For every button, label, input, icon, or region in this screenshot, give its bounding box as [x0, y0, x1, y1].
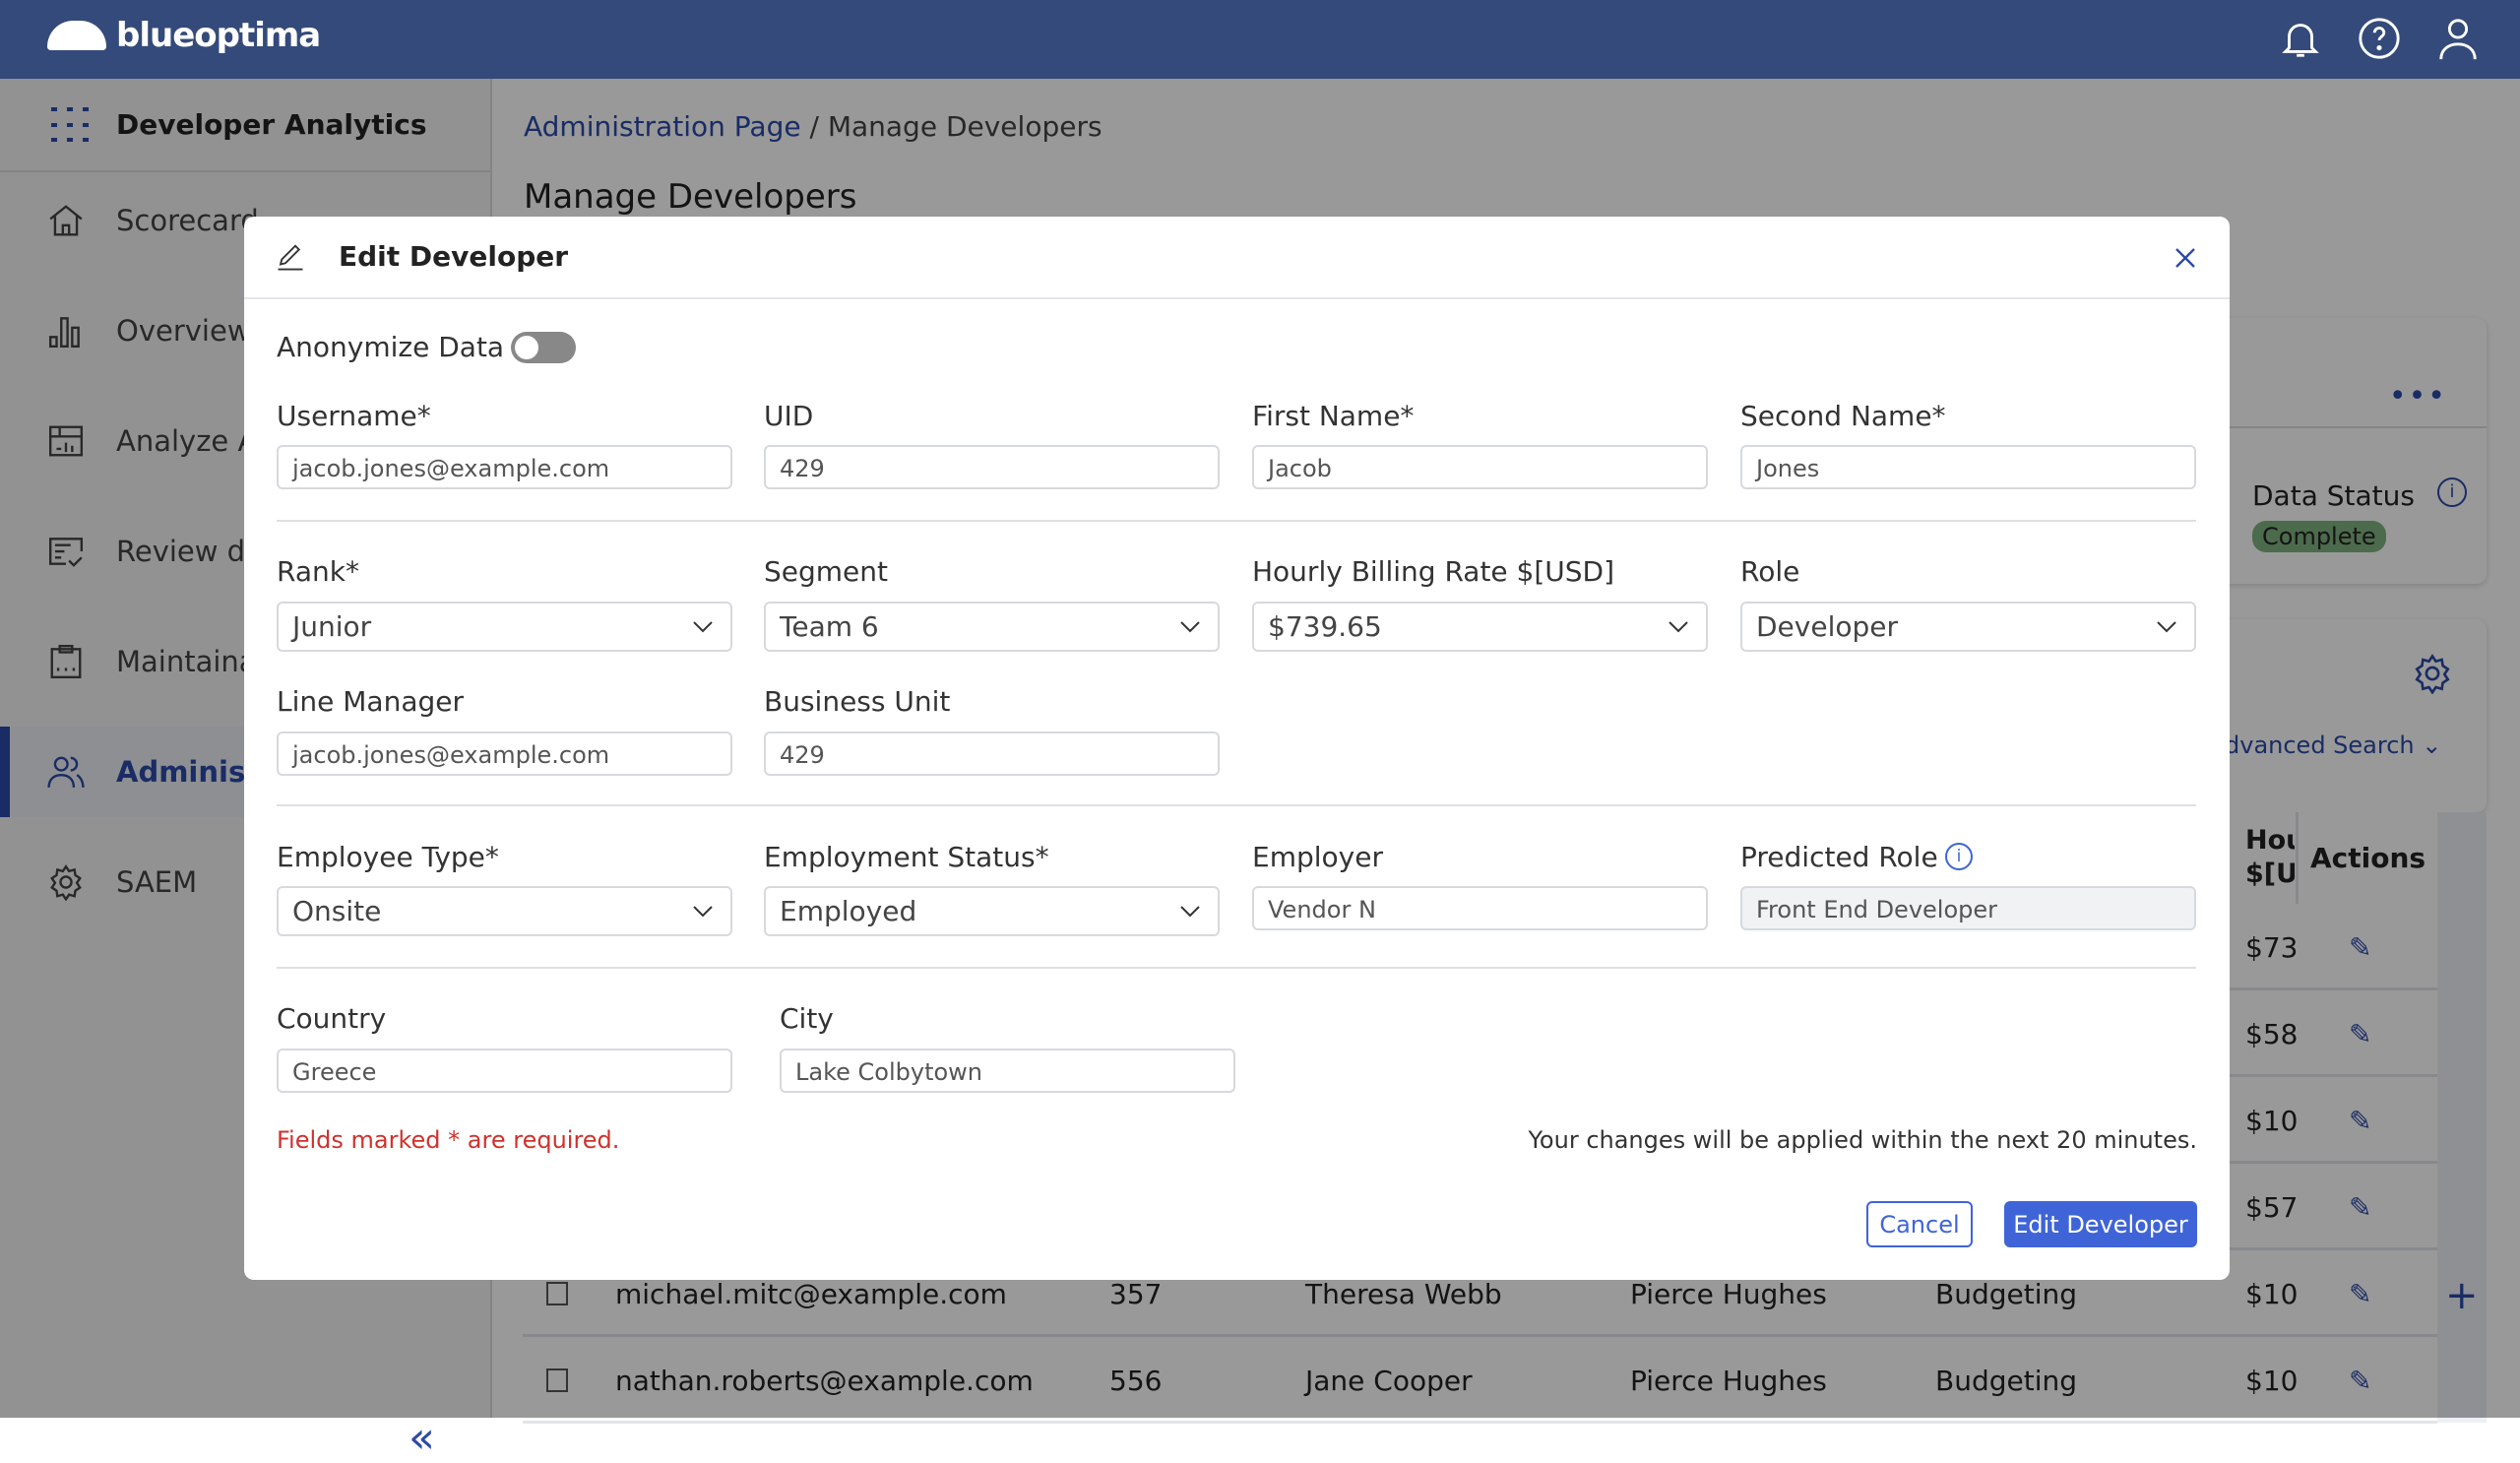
anonymize-toggle[interactable]: [511, 332, 576, 363]
cancel-button[interactable]: Cancel: [1866, 1201, 1973, 1247]
employment-status-select[interactable]: Employed: [764, 886, 1220, 936]
apply-note: Your changes will be applied within the …: [1528, 1126, 2197, 1154]
help-icon[interactable]: [2357, 16, 2402, 61]
edit-developer-button[interactable]: Edit Developer: [2004, 1201, 2197, 1247]
bell-icon[interactable]: [2278, 16, 2323, 61]
required-note: Fields marked * are required.: [277, 1126, 620, 1154]
cloud-logo-icon: [47, 21, 106, 50]
collapse-sidebar-icon[interactable]: «: [409, 1413, 435, 1463]
info-icon[interactable]: i: [1945, 843, 1973, 870]
edit-developer-dialog: Edit Developer Anonymize Data Username* …: [244, 217, 2230, 1280]
dialog-title: Edit Developer: [339, 240, 569, 273]
rank-select[interactable]: Junior: [277, 602, 732, 652]
city-field[interactable]: Lake Colbytown: [780, 1049, 1235, 1093]
anonymize-label: Anonymize Data: [277, 331, 505, 363]
uid-field[interactable]: 429: [764, 445, 1220, 489]
first-name-field[interactable]: Jacob: [1252, 445, 1708, 489]
employee-type-select[interactable]: Onsite: [277, 886, 732, 936]
chevron-down-icon: [693, 621, 713, 633]
predicted-role-field: Front End Developer: [1740, 886, 2196, 930]
username-field[interactable]: jacob.jones@example.com: [277, 445, 732, 489]
second-name-field[interactable]: Jones: [1740, 445, 2196, 489]
hourly-rate-select[interactable]: $739.65: [1252, 602, 1708, 652]
chevron-down-icon: [1669, 621, 1688, 633]
pencil-icon: [278, 244, 303, 271]
chevron-down-icon: [693, 906, 713, 918]
divider: [277, 967, 2196, 969]
role-select[interactable]: Developer: [1740, 602, 2196, 652]
segment-select[interactable]: Team 6: [764, 602, 1220, 652]
user-icon[interactable]: [2435, 16, 2481, 61]
divider: [277, 520, 2196, 522]
employer-field[interactable]: Vendor N: [1252, 886, 1708, 930]
chevron-down-icon: [1180, 621, 1200, 633]
chevron-down-icon: [1180, 906, 1200, 918]
chevron-down-icon: [2157, 621, 2176, 633]
top-bar: blueoptima: [0, 0, 2520, 79]
business-unit-field[interactable]: 429: [764, 732, 1220, 776]
line-manager-field[interactable]: jacob.jones@example.com: [277, 732, 732, 776]
logo[interactable]: blueoptima: [47, 16, 321, 55]
divider: [277, 804, 2196, 806]
country-field[interactable]: Greece: [277, 1049, 732, 1093]
close-icon[interactable]: [2174, 246, 2197, 270]
